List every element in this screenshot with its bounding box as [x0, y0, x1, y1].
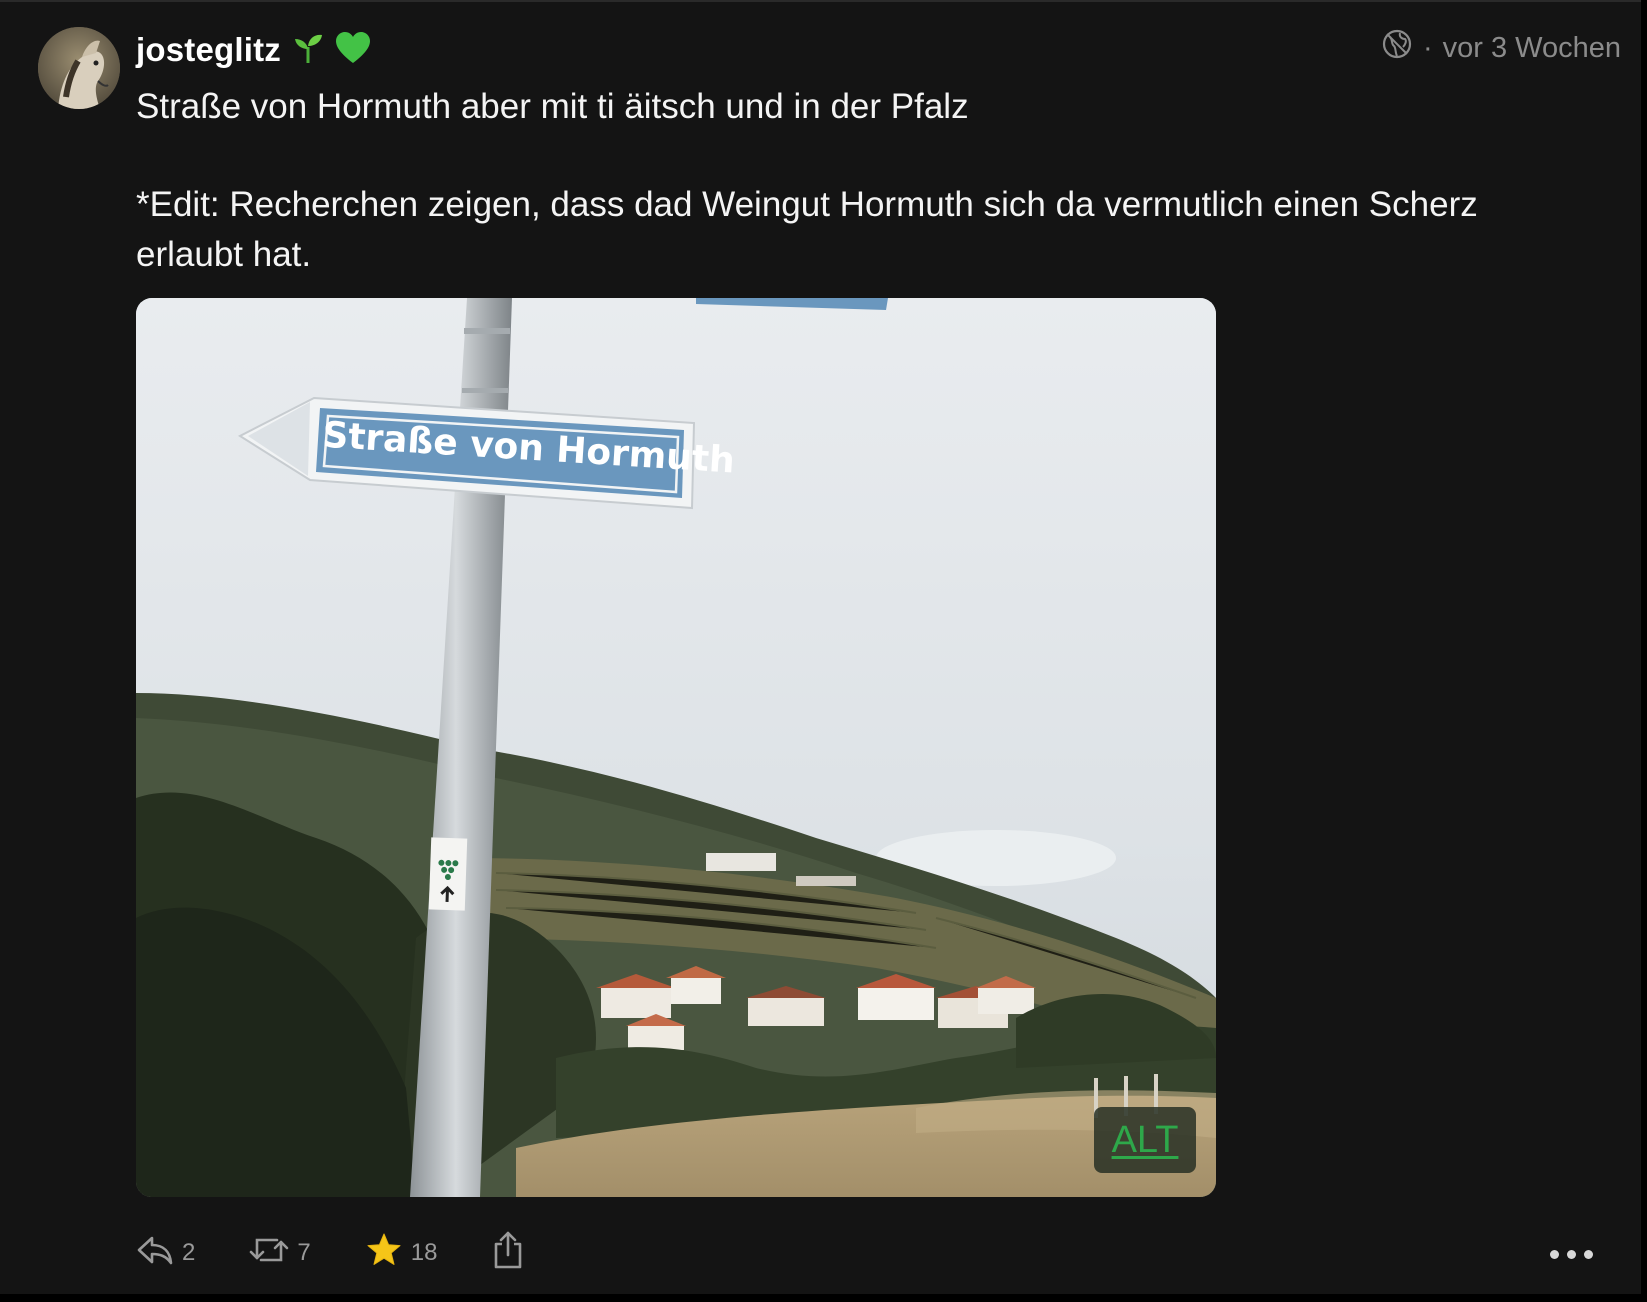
action-bar: 2 7 18: [136, 1230, 579, 1276]
more-dot: [1550, 1249, 1559, 1259]
reply-button[interactable]: 2: [136, 1232, 195, 1275]
boost-count: 7: [297, 1239, 311, 1266]
green-heart-icon: [335, 31, 371, 70]
post-card[interactable]: josteglitz · vor 3 Wochen Straße von Hor…: [0, 0, 1641, 1294]
post-meta: · vor 3 Wochen: [1381, 28, 1621, 68]
boost-icon: [249, 1232, 289, 1275]
more-dot: [1584, 1249, 1593, 1259]
reply-icon: [136, 1232, 174, 1275]
more-dot: [1567, 1249, 1576, 1259]
share-icon: [491, 1230, 525, 1277]
avatar[interactable]: [38, 27, 120, 109]
boost-button[interactable]: 7: [249, 1232, 311, 1275]
attached-photo: Straße von Hormuth: [136, 298, 1216, 1197]
screen: josteglitz · vor 3 Wochen Straße von Hor…: [0, 0, 1647, 1302]
globe-icon[interactable]: [1381, 28, 1413, 68]
meta-separator: ·: [1422, 31, 1433, 64]
post-timestamp[interactable]: vor 3 Wochen: [1443, 32, 1621, 65]
post-paragraph: *Edit: Recherchen zeigen, dass dad Weing…: [136, 185, 1478, 274]
more-options-button[interactable]: [1550, 1234, 1593, 1274]
author-row: josteglitz: [136, 28, 371, 72]
post-content: Straße von Hormuth aber mit ti äitsch un…: [136, 82, 1556, 280]
favourite-button[interactable]: 18: [365, 1232, 438, 1275]
reply-count: 2: [182, 1239, 196, 1266]
author-name[interactable]: josteglitz: [136, 31, 281, 69]
post-paragraph: Straße von Hormuth aber mit ti äitsch un…: [136, 87, 969, 126]
share-button[interactable]: [491, 1230, 525, 1277]
media-attachment[interactable]: Straße von Hormuth ALT: [136, 298, 1216, 1197]
star-icon: [365, 1232, 403, 1275]
favourite-count: 18: [410, 1239, 438, 1266]
alt-text-button[interactable]: ALT: [1094, 1107, 1196, 1173]
seedling-icon: [291, 31, 325, 70]
